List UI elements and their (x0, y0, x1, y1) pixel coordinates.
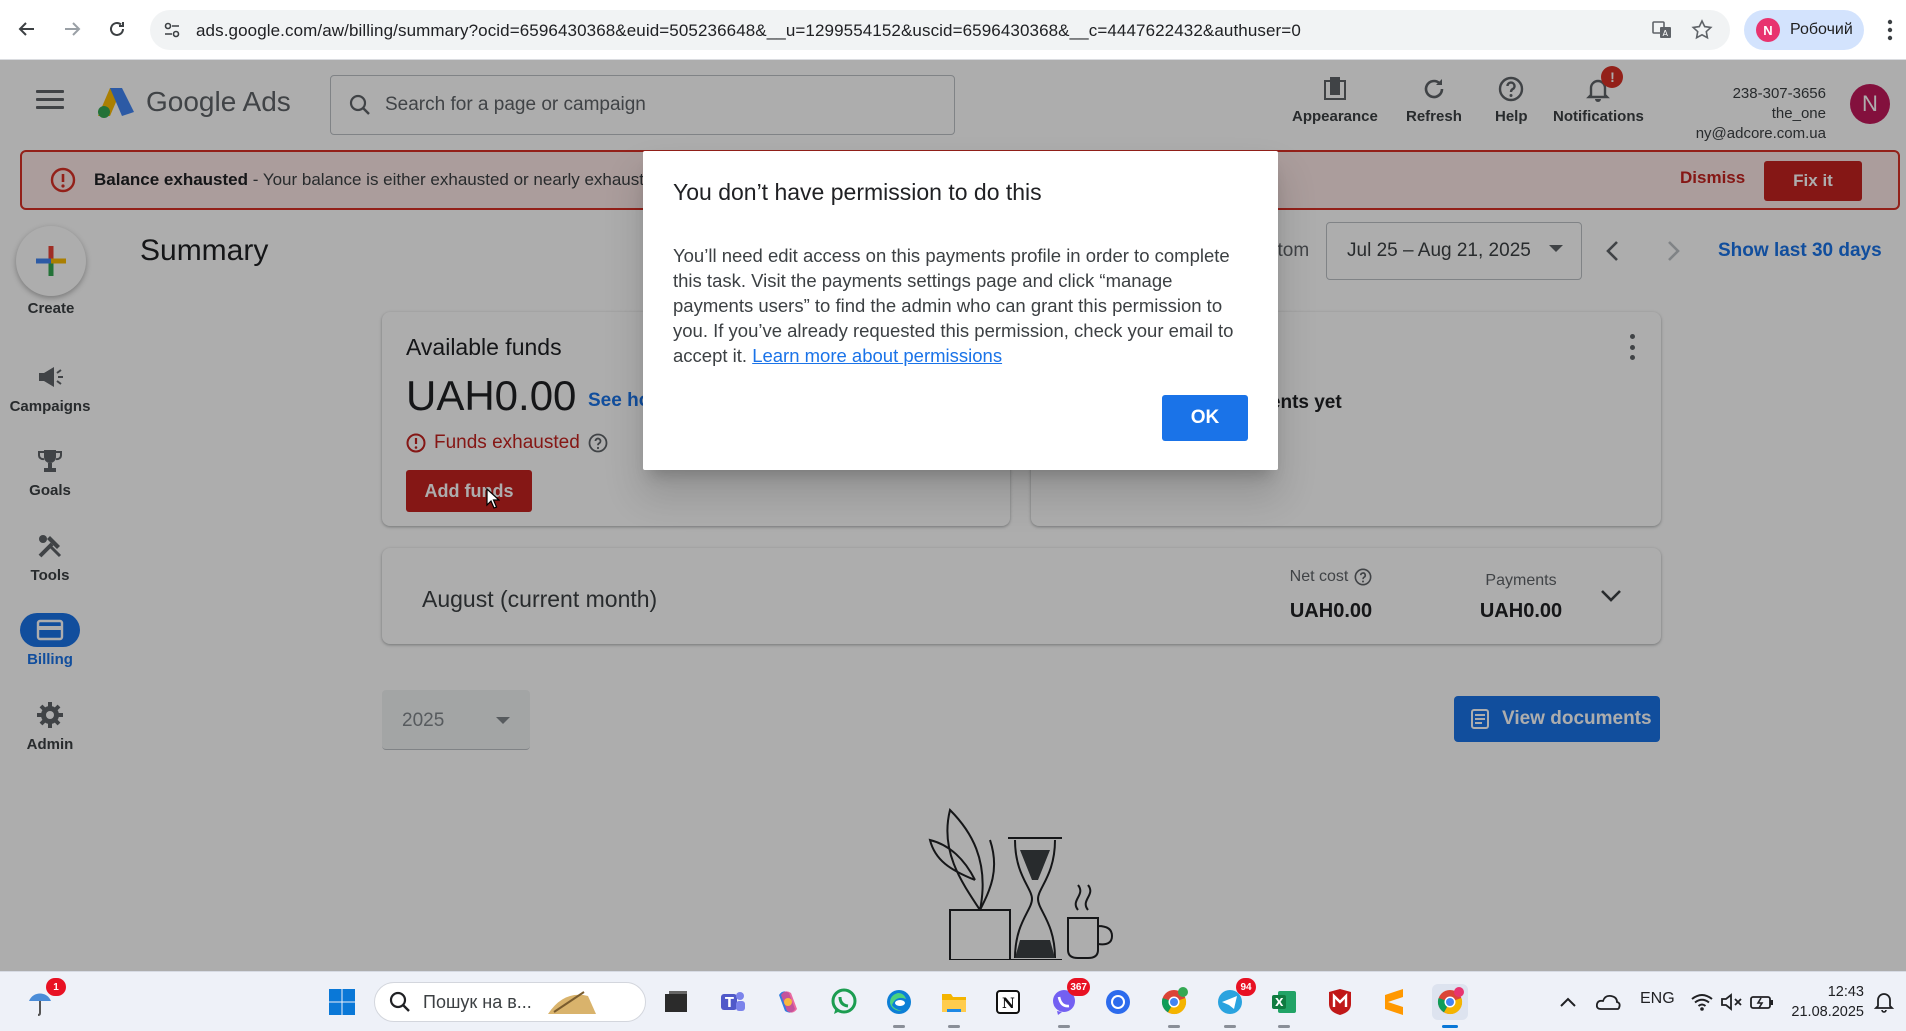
profile-avatar: N (1756, 18, 1780, 42)
reload-icon[interactable] (100, 12, 134, 46)
whatsapp-icon[interactable] (826, 984, 862, 1020)
back-icon[interactable] (10, 12, 44, 46)
bookmark-star-icon[interactable] (1690, 18, 1714, 42)
viber-badge: 367 (1067, 978, 1090, 996)
address-bar[interactable]: ads.google.com/aw/billing/summary?ocid=6… (150, 10, 1730, 50)
edge-icon[interactable] (881, 984, 917, 1028)
sublime-icon[interactable] (1376, 984, 1412, 1020)
language-indicator[interactable]: ENG (1640, 990, 1675, 1008)
translate-icon[interactable]: A (1650, 18, 1674, 42)
svg-text:A: A (1663, 29, 1669, 38)
browser-menu-icon[interactable] (1880, 14, 1900, 46)
excel-icon[interactable]: X (1266, 984, 1302, 1028)
teams-icon[interactable]: T (714, 984, 750, 1020)
taskbar-search-text: Пошук на в... (423, 991, 532, 1012)
chrome-profile-icon[interactable] (1156, 984, 1192, 1028)
taskbar-search[interactable]: Пошук на в... (374, 982, 646, 1022)
ok-button[interactable]: OK (1162, 395, 1248, 441)
notification-center-icon[interactable] (1866, 984, 1902, 1020)
weather-icon[interactable]: 1 (22, 978, 66, 1020)
file-explorer-icon[interactable] (936, 984, 972, 1028)
chevron-up-icon[interactable] (1550, 984, 1586, 1020)
profile-name: Робочий (1790, 21, 1853, 38)
telegram-icon[interactable]: 94 (1212, 978, 1256, 1028)
browser-toolbar: ads.google.com/aw/billing/summary?ocid=6… (0, 0, 1906, 60)
browser-profile-button[interactable]: N Робочий (1744, 10, 1864, 50)
copilot-icon[interactable] (770, 984, 806, 1020)
clock-date: 21.08.2025 (1791, 1004, 1864, 1020)
mcafee-icon[interactable] (1322, 984, 1358, 1020)
permission-dialog: You don’t have permission to do this You… (643, 151, 1278, 470)
site-info-icon[interactable] (160, 18, 184, 42)
svg-text:N: N (1002, 996, 1015, 1012)
search-icon (389, 991, 410, 1012)
weather-badge: 1 (46, 978, 66, 996)
mouse-cursor-icon (486, 488, 500, 509)
telegram-badge: 94 (1236, 978, 1256, 996)
dialog-title: You don’t have permission to do this (673, 179, 1042, 205)
windows-taskbar: 1 Пошук на в... T N 367 94 X ENG 12:43 2… (0, 971, 1906, 1031)
clock-time: 12:43 (1827, 984, 1864, 1000)
windows-start-icon[interactable] (324, 984, 360, 1020)
task-view-icon[interactable] (658, 984, 694, 1020)
battery-icon[interactable] (1744, 984, 1780, 1020)
url-text: ads.google.com/aw/billing/summary?ocid=6… (196, 21, 1301, 40)
forward-icon[interactable] (55, 12, 89, 46)
viber-icon[interactable]: 367 (1046, 978, 1090, 1028)
chrome-icon[interactable] (1432, 984, 1468, 1028)
dialog-body: You’ll need edit access on this payments… (673, 243, 1253, 368)
learn-more-link[interactable]: Learn more about permissions (752, 345, 1002, 366)
notion-icon[interactable]: N (990, 984, 1026, 1020)
svg-text:X: X (1275, 996, 1284, 1009)
onedrive-icon[interactable] (1590, 984, 1626, 1020)
signal-icon[interactable] (1100, 984, 1136, 1020)
search-highlight-icon (547, 991, 596, 1014)
svg-text:T: T (725, 996, 734, 1011)
clock[interactable]: 12:43 21.08.2025 (1780, 982, 1864, 1022)
